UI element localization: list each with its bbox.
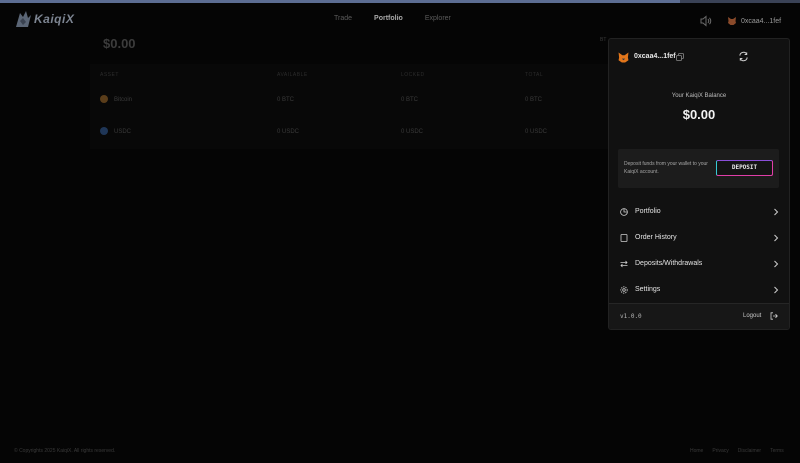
nav-trade[interactable]: Trade — [334, 15, 352, 22]
menu-item-label: Deposits/Withdrawals — [635, 260, 703, 267]
menu-item-deposits-withdrawals[interactable]: Deposits/Withdrawals — [609, 252, 789, 278]
menu-item-label: Portfolio — [635, 208, 661, 215]
dragon-logo-icon — [16, 11, 31, 27]
menu-item-order-history[interactable]: Order History — [609, 226, 789, 252]
transfer-arrows-icon — [620, 260, 628, 268]
deposit-button[interactable]: DEPOSIT — [716, 160, 773, 176]
nav-explorer[interactable]: Explorer — [425, 15, 451, 22]
wallet-dropdown-header: 0xcaa4...1fef — [609, 39, 789, 75]
footer-copyright: © Copyrights 2025 KaiqiX. All rights res… — [14, 448, 116, 454]
balance-value: $0.00 — [682, 107, 716, 122]
asset-available: 0 BTC — [277, 97, 295, 103]
account-button[interactable]: 0xcaa4...1fef — [727, 16, 781, 26]
copy-icon[interactable] — [676, 53, 684, 61]
asset-name: Bitcoin — [114, 97, 133, 103]
table-row[interactable]: USDC 0 USDC 0 USDC 0 USDC — [90, 122, 610, 146]
deposit-description: Deposit funds from your wallet to your K… — [624, 161, 708, 175]
column-header-total: TOTAL — [525, 72, 544, 78]
wallet-dropdown: 0xcaa4...1fef Your KaiqiX Balance $0.00 … — [608, 38, 790, 330]
footer-link-privacy[interactable]: Privacy — [712, 448, 728, 454]
footer-link-home[interactable]: Home — [690, 448, 703, 454]
nav-portfolio[interactable]: Portfolio — [374, 15, 403, 22]
clipped-label: BT — [600, 37, 607, 43]
usdc-coin-icon — [100, 127, 108, 135]
brand-name: KaiqiX — [34, 12, 75, 26]
bitcoin-coin-icon — [100, 95, 108, 103]
refresh-icon[interactable] — [738, 51, 749, 62]
main-nav: Trade Portfolio Explorer — [334, 15, 473, 22]
logout-button[interactable]: Logout — [743, 313, 761, 319]
chevron-right-icon — [774, 234, 779, 242]
account-address: 0xcaa4...1fef — [741, 17, 782, 25]
app-header: KaiqiX Trade Portfolio Explorer 0xcaa4..… — [0, 3, 800, 37]
menu-item-label: Order History — [635, 234, 677, 241]
footer-link-disclaimer[interactable]: Disclaimer — [738, 448, 761, 454]
wallet-dropdown-footer: v1.0.0 Logout — [609, 303, 789, 329]
logout-icon[interactable] — [770, 312, 778, 320]
column-header-available: AVAILABLE — [277, 72, 308, 78]
chevron-right-icon — [774, 286, 779, 294]
menu-item-portfolio[interactable]: Portfolio — [609, 200, 789, 226]
chevron-right-icon — [774, 260, 779, 268]
speaker-icon[interactable] — [700, 15, 712, 27]
metamask-fox-icon — [728, 17, 736, 25]
footer-links: Home Privacy Disclaimer Terms — [690, 448, 784, 454]
pie-chart-icon — [620, 208, 628, 216]
asset-locked: 0 USDC — [401, 129, 424, 135]
menu-item-settings[interactable]: Settings — [609, 278, 789, 304]
asset-total: 0 USDC — [525, 129, 548, 135]
asset-name: USDC — [114, 129, 132, 135]
table-row[interactable]: Bitcoin 0 BTC 0 BTC 0 BTC — [90, 90, 610, 114]
metamask-fox-icon — [618, 52, 629, 63]
footer-link-terms[interactable]: Terms — [770, 448, 784, 454]
column-header-locked: LOCKED — [401, 72, 425, 78]
chevron-right-icon — [774, 208, 779, 216]
wallet-menu: Portfolio Order History Deposits/Withdra… — [609, 200, 789, 304]
asset-total: 0 BTC — [525, 97, 543, 103]
gear-icon — [620, 286, 628, 294]
portfolio-total-value: $0.00 — [103, 36, 136, 51]
menu-item-label: Settings — [635, 286, 661, 293]
deposit-card: Deposit funds from your wallet to your K… — [618, 149, 779, 188]
asset-available: 0 USDC — [277, 129, 300, 135]
wallet-address: 0xcaa4...1fef — [634, 53, 676, 60]
brand-logo[interactable]: KaiqiX — [14, 9, 74, 29]
document-icon — [620, 234, 628, 242]
column-header-asset: ASSET — [100, 72, 119, 78]
balance-label: Your KaiqiX Balance — [671, 93, 727, 99]
asset-locked: 0 BTC — [401, 97, 419, 103]
version-label: v1.0.0 — [620, 313, 642, 320]
